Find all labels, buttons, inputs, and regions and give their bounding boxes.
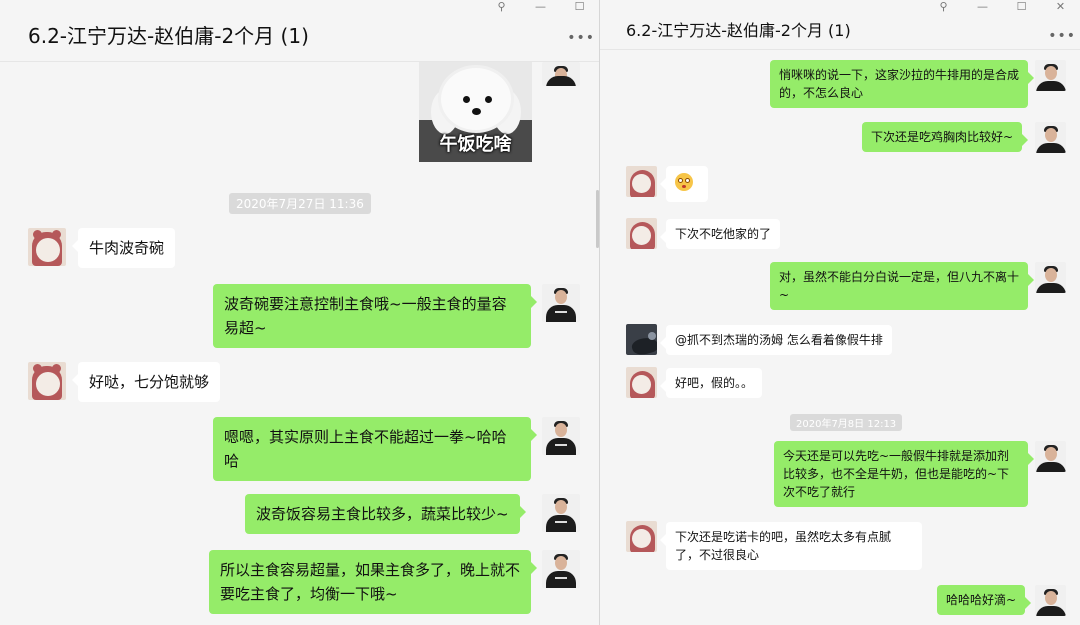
my-avatar[interactable] xyxy=(542,550,580,588)
avatar-face xyxy=(632,375,651,394)
message-bubble[interactable]: 波奇饭容易主食比较多，蔬菜比较少~ xyxy=(245,494,526,534)
avatar-body xyxy=(546,571,576,588)
dog-eye xyxy=(463,96,470,103)
avatar-body xyxy=(546,438,576,455)
message-bubble-emoji[interactable] xyxy=(660,166,708,202)
left-chat-window: 6.2-江宁万达-赵伯庸-2个月 (1) ⚲ — ☐ ••• 午饭吃啥 2020… xyxy=(0,0,600,625)
scrollbar[interactable] xyxy=(596,190,599,248)
right-titlebar: 6.2-江宁万达-赵伯庸-2个月 (1) ⚲ — ☐ ✕ ••• xyxy=(600,0,1080,50)
avatar-highlight xyxy=(648,332,656,340)
avatar-head xyxy=(1045,66,1057,80)
window-controls: ⚲ — ☐ ✕ xyxy=(924,0,1080,14)
chat-title: 6.2-江宁万达-赵伯庸-2个月 (1) xyxy=(28,24,309,48)
avatar-body xyxy=(546,305,576,322)
avatar-face xyxy=(632,174,651,193)
avatar-face xyxy=(36,238,60,262)
avatar-body xyxy=(1036,606,1066,616)
avatar-head xyxy=(555,500,567,514)
avatar-head xyxy=(1045,447,1057,461)
my-avatar[interactable] xyxy=(542,417,580,455)
friend-avatar[interactable] xyxy=(626,166,657,197)
avatar-logo xyxy=(555,521,567,523)
avatar-logo xyxy=(555,577,567,579)
message-bubble[interactable]: 所以主食容易超量，如果主食多了，晚上就不要吃主食了，均衡一下哦~ xyxy=(209,550,537,614)
emoji-eye xyxy=(685,177,690,183)
flushed-face-icon xyxy=(675,172,693,191)
friend-avatar[interactable] xyxy=(28,362,66,400)
window-controls: ⚲ — ☐ xyxy=(482,0,599,14)
avatar-body xyxy=(546,515,576,532)
more-options-icon[interactable]: ••• xyxy=(567,30,595,46)
dog-face xyxy=(441,68,511,130)
dog-eye xyxy=(485,96,492,103)
sticker-image[interactable]: 午饭吃啥 xyxy=(419,62,532,162)
avatar-face xyxy=(632,226,651,245)
my-avatar[interactable] xyxy=(1035,60,1066,91)
message-bubble[interactable]: 下次还是吃诺卡的吧，虽然吃太多有点腻了，不过很良心 xyxy=(660,522,922,570)
pin-icon[interactable]: ⚲ xyxy=(924,0,963,14)
friend-avatar[interactable] xyxy=(626,367,657,398)
message-bubble[interactable]: 好哒，七分饱就够 xyxy=(71,362,221,402)
avatar-body xyxy=(1036,143,1066,153)
my-avatar[interactable] xyxy=(542,62,580,86)
maximize-icon[interactable]: ☐ xyxy=(1002,0,1041,14)
avatar-head xyxy=(555,290,567,304)
left-titlebar: 6.2-江宁万达-赵伯庸-2个月 (1) ⚲ — ☐ ••• xyxy=(0,0,599,62)
avatar-logo xyxy=(555,444,567,446)
right-chat-window: 6.2-江宁万达-赵伯庸-2个月 (1) ⚲ — ☐ ✕ ••• 悄咪咪的说一下… xyxy=(600,0,1080,625)
avatar-body xyxy=(1036,81,1066,91)
friend-avatar[interactable] xyxy=(626,521,657,552)
close-icon[interactable]: ✕ xyxy=(1041,0,1080,14)
emoji-eye xyxy=(678,177,683,183)
minimize-icon[interactable]: — xyxy=(521,0,560,14)
timestamp: 2020年7月27日 11:36 xyxy=(229,193,371,214)
my-avatar[interactable] xyxy=(1035,122,1066,153)
maximize-icon[interactable]: ☐ xyxy=(560,0,599,14)
avatar-head xyxy=(1045,591,1057,605)
my-avatar[interactable] xyxy=(1035,262,1066,293)
message-bubble[interactable]: 牛肉波奇碗 xyxy=(71,228,176,268)
sticker-caption: 午饭吃啥 xyxy=(439,134,512,155)
avatar-head xyxy=(1045,128,1057,142)
avatar-logo xyxy=(555,311,567,313)
friend-avatar[interactable] xyxy=(28,228,66,266)
message-bubble[interactable]: 好吧，假的。。 xyxy=(659,368,763,398)
message-bubble[interactable]: 今天还是可以先吃~一般假牛排就是添加剂比较多，也不全是牛奶，但也是能吃的~下次不… xyxy=(774,441,1034,507)
message-bubble[interactable]: 下次不吃他家的了 xyxy=(659,219,781,249)
avatar-head xyxy=(555,556,567,570)
my-avatar[interactable] xyxy=(542,494,580,532)
avatar-body xyxy=(1036,462,1066,472)
message-bubble[interactable]: 嗯嗯，其实原则上主食不能超过一拳~哈哈哈 xyxy=(213,417,537,481)
friend-avatar[interactable] xyxy=(626,218,657,249)
timestamp: 2020年7月8日 12:13 xyxy=(790,414,903,431)
my-avatar[interactable] xyxy=(1035,441,1066,472)
message-bubble[interactable]: 对，虽然不能白分白说一定是，但八九不离十~ xyxy=(770,262,1034,310)
my-avatar[interactable] xyxy=(1035,585,1066,616)
avatar-body xyxy=(546,76,576,86)
avatar-face xyxy=(632,529,651,548)
message-bubble[interactable]: 波奇碗要注意控制主食哦~一般主食的量容易超~ xyxy=(213,284,537,348)
pin-icon[interactable]: ⚲ xyxy=(482,0,521,14)
chat-title: 6.2-江宁万达-赵伯庸-2个月 (1) xyxy=(626,21,851,40)
minimize-icon[interactable]: — xyxy=(963,0,1002,14)
emoji-mouth xyxy=(682,184,686,188)
dog-nose xyxy=(472,108,481,115)
avatar-head xyxy=(1045,268,1057,282)
my-avatar[interactable] xyxy=(542,284,580,322)
message-bubble[interactable]: @抓不到杰瑞的汤姆 怎么看着像假牛排 xyxy=(660,325,892,355)
more-options-icon[interactable]: ••• xyxy=(1048,28,1076,44)
avatar-head xyxy=(555,423,567,437)
message-bubble[interactable]: 哈哈哈好滴~ xyxy=(937,585,1032,615)
avatar-body xyxy=(1036,283,1066,293)
avatar-face xyxy=(36,372,60,396)
message-bubble[interactable]: 悄咪咪的说一下，这家沙拉的牛排用的是合成的，不怎么良心 xyxy=(770,60,1034,108)
member-avatar[interactable] xyxy=(626,324,657,355)
message-bubble[interactable]: 下次还是吃鸡胸肉比较好~ xyxy=(862,122,1029,152)
